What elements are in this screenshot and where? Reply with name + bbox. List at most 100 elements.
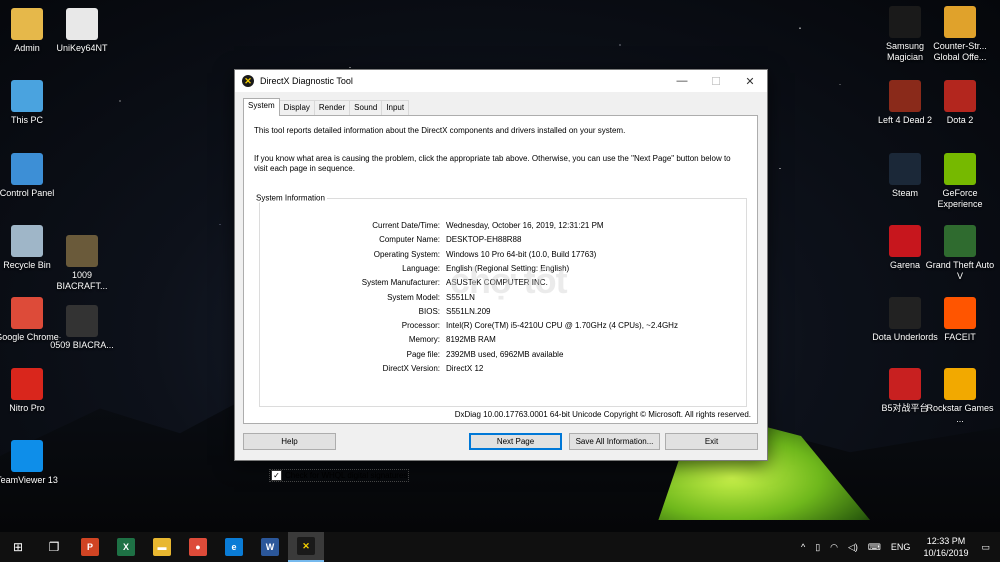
desktop-icon-rockstar[interactable]: Rockstar Games ... — [925, 368, 995, 425]
desktop-icon-label: This PC — [10, 115, 43, 125]
info-row-value: Wednesday, October 16, 2019, 12:31:21 PM — [446, 221, 604, 230]
system-tray: ^ ▯ ◠ ◁) ⌨ ENG 12:33 PM 10/16/2019 ▭ — [796, 532, 1000, 562]
help-button-label: Help — [281, 437, 298, 446]
info-row-label: System Model: — [387, 292, 440, 302]
taskbar-excel-button[interactable]: X — [108, 532, 144, 562]
desktop-icon-label: Nitro Pro — [9, 403, 45, 413]
title-bar[interactable]: ✕ DirectX Diagnostic Tool — ☐ ✕ — [235, 70, 767, 92]
notifications-icon[interactable]: ▭ — [976, 542, 1000, 553]
desktop-icon-label: TeamViewer 13 — [0, 475, 58, 485]
info-row-value: 8192MB RAM — [446, 335, 496, 345]
geforce-icon — [944, 153, 976, 185]
volume-icon[interactable]: ◁) — [843, 542, 863, 553]
chrome-icon — [11, 297, 43, 329]
minimize-button[interactable]: — — [665, 70, 699, 92]
info-row: Page file: 2392MB used, 6962MB available — [260, 350, 746, 360]
whql-checkbox[interactable]: ✓ Check for WHQL digital signatures — [269, 469, 410, 482]
desktop-icon-label: Dota 2 — [946, 115, 974, 125]
garena-icon — [889, 225, 921, 257]
desktop-icon-label: UniKey64NT — [56, 43, 108, 53]
info-row-value: DirectX 12 — [446, 364, 484, 373]
desktop-icon-computer[interactable]: This PC — [0, 80, 62, 126]
info-row-label: DirectX Version: — [382, 364, 440, 373]
whql-label: Check for WHQL digital signatures — [285, 471, 408, 480]
help-text: If you know what area is causing the pro… — [254, 154, 731, 173]
info-row-label: Page file: — [406, 349, 440, 359]
keyboard-icon[interactable]: ⌨ — [863, 542, 886, 553]
desktop-icon-teamviewer[interactable]: TeamViewer 13 — [0, 440, 62, 486]
desktop-icon-control-panel[interactable]: Control Panel — [0, 153, 62, 199]
tab-sound[interactable]: Sound — [349, 100, 383, 116]
desktop-icon-geforce[interactable]: GeForce Experience — [925, 153, 995, 210]
control-panel-icon — [11, 153, 43, 185]
info-row-value: Windows 10 Pro 64-bit (10.0, Build 17763… — [446, 249, 597, 259]
tab-display[interactable]: Display — [278, 100, 315, 116]
input-language[interactable]: ENG — [886, 542, 916, 552]
taskbar-word-button[interactable]: W — [252, 532, 288, 562]
excel-icon: X — [117, 538, 135, 556]
info-row-value: S551LN.209 — [446, 306, 491, 316]
tab-system[interactable]: System — [243, 98, 280, 116]
recycle-bin-icon — [11, 225, 43, 257]
computer-icon — [11, 80, 43, 112]
show-hidden-icons-chevron[interactable]: ^ — [796, 542, 810, 552]
left4dead-icon — [889, 80, 921, 112]
gta-icon — [944, 225, 976, 257]
info-row-label: Language: — [402, 263, 440, 273]
taskbar-file-explorer-button[interactable]: ▬ — [144, 532, 180, 562]
info-row-label: System Manufacturer: — [361, 278, 440, 288]
watermark: chợ tốt — [450, 260, 568, 301]
desktop-icon-label: 1009 BIACRAFT... — [56, 270, 108, 291]
checkbox-check-icon: ✓ — [271, 470, 282, 481]
save-all-information-button[interactable]: Save All Information... — [569, 433, 660, 450]
taskbar-chrome-button[interactable]: ● — [180, 532, 216, 562]
taskbar-dxdiag-button[interactable]: ✕ — [288, 532, 324, 562]
tab-render[interactable]: Render — [313, 100, 351, 116]
folder-user-icon — [11, 8, 43, 40]
desktop-icon-video-file[interactable]: 0509 BIACRA... — [47, 305, 117, 351]
info-row-label: BIOS: — [418, 306, 440, 316]
desktop-icon-faceit[interactable]: FACEIT — [925, 297, 995, 343]
task-view-icon: ❐ — [48, 540, 60, 554]
close-button[interactable]: ✕ — [733, 70, 767, 92]
taskbar-powerpoint-button[interactable]: P — [72, 532, 108, 562]
clock-time: 12:33 PM — [926, 536, 966, 546]
window-title: DirectX Diagnostic Tool — [260, 76, 353, 86]
desktop-icon-label: FACEIT — [944, 332, 976, 342]
desktop-icon-label: Rockstar Games ... — [926, 403, 994, 424]
info-row: Operating System: Windows 10 Pro 64-bit (… — [260, 250, 746, 260]
dota2-icon — [944, 80, 976, 112]
battery-icon[interactable]: ▯ — [810, 542, 825, 553]
info-row-label: Operating System: — [373, 249, 440, 259]
desktop-icon-dota2[interactable]: Dota 2 — [925, 80, 995, 126]
desktop-icon-label: Grand Theft Auto V — [925, 260, 995, 281]
info-row-label: Current Date/Time: — [372, 221, 440, 230]
desktop-icon-nitro-pro[interactable]: Nitro Pro — [0, 368, 62, 414]
taskbar-task-view-button[interactable]: ❐ — [36, 532, 72, 562]
desktop-icon-csgo[interactable]: Counter-Str... Global Offe... — [925, 6, 995, 63]
help-button[interactable]: Help — [243, 433, 336, 450]
tab-input[interactable]: Input — [381, 100, 410, 116]
info-row: Computer Name: DESKTOP-EH88R88 — [260, 235, 746, 245]
wifi-icon[interactable]: ◠ — [825, 542, 843, 553]
taskbar-edge-button[interactable]: e — [216, 532, 252, 562]
desktop-icon-video-file[interactable]: 1009 BIACRAFT... — [47, 235, 117, 292]
steam-icon — [889, 153, 921, 185]
intro-text: This tool reports detailed information a… — [254, 126, 626, 135]
dxdiag-icon: ✕ — [297, 537, 315, 555]
start-icon: ⊞ — [12, 540, 24, 554]
info-row: Processor: Intel(R) Core(TM) i5-4210U CPU… — [260, 321, 746, 331]
next-page-button[interactable]: Next Page — [469, 433, 562, 450]
rockstar-icon — [944, 368, 976, 400]
maximize-button: ☐ — [711, 75, 721, 88]
clock[interactable]: 12:33 PM 10/16/2019 — [915, 535, 976, 559]
desktop-icon-unikey[interactable]: UniKey64NT — [47, 8, 117, 54]
desktop-icon-gta[interactable]: Grand Theft Auto V — [925, 225, 995, 282]
csgo-icon — [944, 6, 976, 38]
exit-button[interactable]: Exit — [665, 433, 758, 450]
word-icon: W — [261, 538, 279, 556]
info-row-value: Intel(R) Core(TM) i5-4210U CPU @ 1.70GHz… — [446, 321, 678, 331]
taskbar-start-button[interactable]: ⊞ — [0, 532, 36, 562]
directx-app-icon: ✕ — [242, 75, 254, 87]
tab-strip: System Display Render Sound Input — [243, 98, 410, 116]
